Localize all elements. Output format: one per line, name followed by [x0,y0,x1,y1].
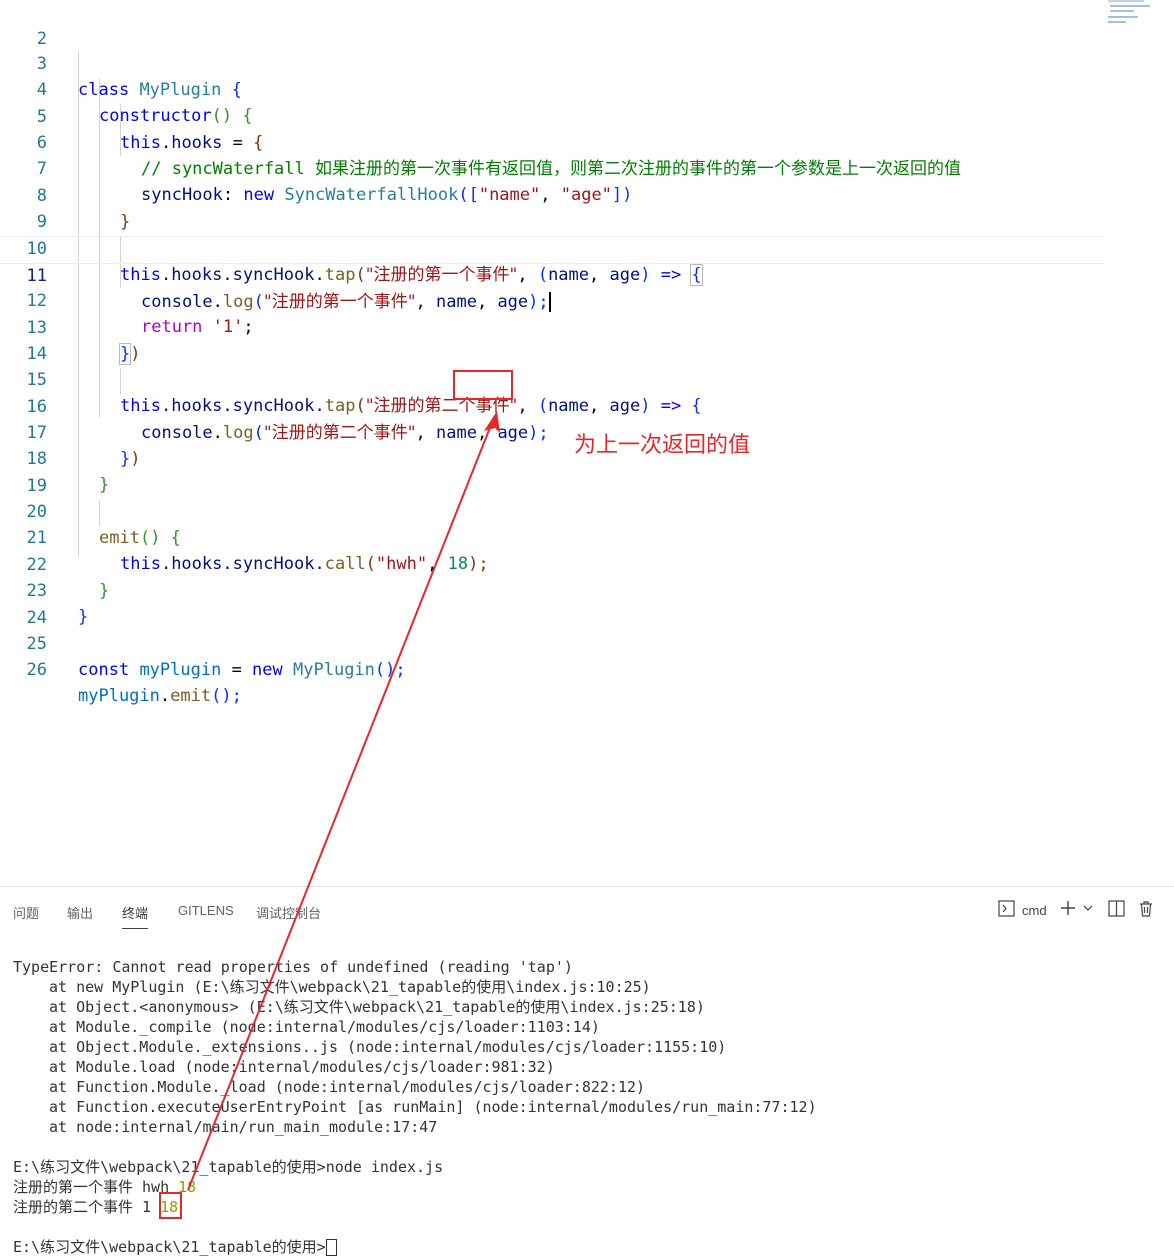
minimap-line [1108,16,1138,18]
tab-gitlens[interactable]: GITLENS [178,903,234,918]
output-text: 注册的第一个事件 hwh [13,1178,170,1196]
stack-line: at Function.executeUserEntryPoint [as ru… [49,1098,817,1116]
code-line-17[interactable]: 17 }) [0,394,1105,469]
code-line-15[interactable]: 15 this.hooks.syncHook.tap("注册的第二个事件", (… [0,341,1105,416]
code-line-8[interactable]: 8 } [0,157,1105,232]
code-line-16[interactable]: 16 console.log("注册的第二个事件", name, age); [0,368,1105,443]
tab-debug-console[interactable]: 调试控制台 [256,903,321,922]
stack-line: at Object.Module._extensions..js (node:i… [49,1038,727,1056]
tab-terminal[interactable]: 终端 [122,903,149,929]
chevron-down-icon[interactable] [1082,900,1094,920]
plus-icon[interactable] [1060,900,1076,920]
prompt-text: E:\练习文件\webpack\21_tapable的使用> [13,1238,326,1256]
code-line-19[interactable]: 19 [0,447,1105,496]
minimap-line [1108,0,1144,2]
stack-line: at Module._compile (node:internal/module… [49,1018,600,1036]
output-text: 注册的第二个事件 [13,1198,134,1216]
stack-line: at Function.Module._load (node:internal/… [49,1078,646,1096]
code-line-7[interactable]: 7 syncHook: new SyncWaterfallHook(["name… [0,130,1105,205]
code-line-12[interactable]: 12 return '1'; [0,262,1105,337]
code-line-25[interactable]: 25 const myPlugin = new MyPlugin(); [0,605,1105,680]
error-message: TypeError: Cannot read properties of und… [13,958,573,976]
dot: . [159,686,171,706]
keyword: new [252,660,283,680]
stack-line: at Object.<anonymous> (E:\练习文件\webpack\2… [49,998,705,1016]
code-line-3[interactable]: 3 class MyPlugin { [0,25,1105,100]
terminal-cursor [325,1239,337,1256]
code-line-6[interactable]: 6 // syncWaterfall 如果注册的第一次事件有返回值，则第二次注册… [0,104,1105,179]
variable: myPlugin [139,660,222,680]
code-line-10[interactable]: 10 this.hooks.syncHook.tap("注册的第一个事件", (… [0,210,1105,286]
variable: myPlugin [78,686,160,706]
code-line-9[interactable]: 9 [0,183,1105,232]
code-line-2[interactable]: 2 [0,0,1105,49]
tab-output[interactable]: 输出 [67,903,93,922]
shell-label[interactable]: cmd [1022,903,1047,918]
code-line-21[interactable]: 21 this.hooks.syncHook.call("hwh", 18); [0,499,1105,574]
code-line-20[interactable]: 20 emit() { [0,473,1105,548]
minimap-line [1110,5,1150,7]
terminal-icon[interactable] [998,900,1015,921]
code-line-26[interactable]: 26 myPlugin.emit(); [0,631,1105,706]
output-number: 18 [178,1178,197,1196]
trash-icon[interactable] [1138,900,1154,921]
code-line-22[interactable]: 22 } [0,526,1105,601]
code-line-13[interactable]: 13 }) [0,289,1105,365]
output-number: 18 [160,1198,179,1216]
code-line-4[interactable]: 4 constructor() { [0,51,1105,126]
code-line-11-current[interactable]: 11 console.log("注册的第一个事件", name, age); [0,236,1105,312]
paren: (); [374,660,406,680]
command-line: E:\练习文件\webpack\21_tapable的使用>node index… [13,1158,444,1176]
code-line-24[interactable]: 24 [0,579,1105,628]
keyword: const [78,660,130,680]
output-value-highlighted: 1 [142,1198,152,1216]
stack-line: at Module.load (node:internal/modules/cj… [49,1058,555,1076]
split-icon[interactable] [1108,900,1125,921]
line-number: 26 [26,660,47,680]
code-line-5[interactable]: 5 this.hooks = { [0,78,1105,153]
terminal-output[interactable]: TypeError: Cannot read properties of und… [13,957,817,1257]
stack-line: at node:internal/main/run_main_module:17… [49,1118,438,1136]
minimap-line [1110,10,1134,12]
output-line-2: 注册的第二个事件 1 18 [13,1197,817,1217]
annotation-label: 为上一次返回的值 [574,433,751,458]
class-name: MyPlugin [293,660,375,680]
code-line-18[interactable]: 18 } [0,420,1105,495]
minimap-line [1108,21,1126,23]
function-name: emit [170,686,212,706]
minimap[interactable] [1108,0,1152,26]
prompt-line: E:\练习文件\webpack\21_tapable的使用> [13,1237,817,1257]
output-line-1: 注册的第一个事件 hwh 18 [13,1177,817,1197]
paren: (); [211,686,242,706]
code-line-23[interactable]: 23 } [0,552,1105,627]
operator: = [221,660,253,680]
tab-problems[interactable]: 问题 [13,903,39,922]
stack-line: at new MyPlugin (E:\练习文件\webpack\21_tapa… [49,978,651,996]
panel-tab-bar: 问题 输出 终端 GITLENS 调试控制台 cmd [0,887,1174,935]
code-line-14[interactable]: 14 [0,315,1105,364]
bottom-panel: 问题 输出 终端 GITLENS 调试控制台 cmd TypeError: Ca… [0,886,1174,1256]
